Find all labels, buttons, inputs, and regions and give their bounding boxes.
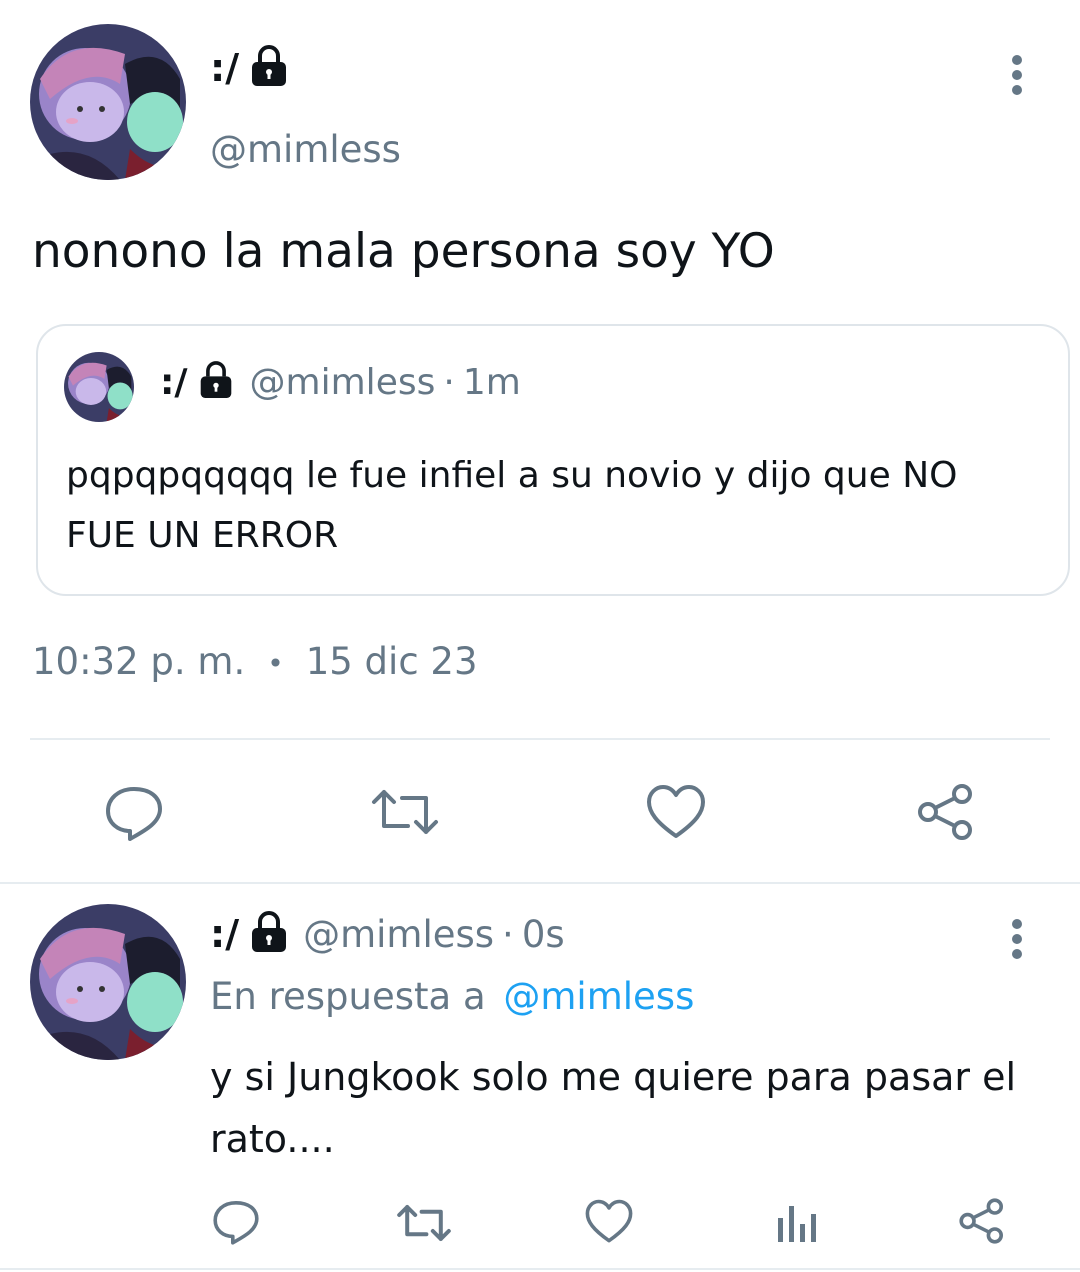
analytics-icon[interactable] <box>776 1202 818 1244</box>
share-icon[interactable] <box>916 782 976 842</box>
section-divider <box>0 882 1080 884</box>
lock-icon <box>249 44 289 92</box>
quoted-display-name: :/ <box>160 361 188 403</box>
lock-icon <box>198 360 234 404</box>
reply-prefix: En respuesta a <box>210 975 486 1018</box>
reply-header: :/ @mimless · 0s <box>210 906 565 962</box>
quoted-handle: @mimless <box>249 361 436 403</box>
quoted-tweet-card[interactable]: :/ @mimless · 1m pqpqpqqqqq le fue infie… <box>36 324 1070 596</box>
handle[interactable]: @mimless <box>210 128 401 171</box>
bottom-divider <box>0 1268 1080 1270</box>
more-options-icon[interactable] <box>1003 54 1031 96</box>
display-name[interactable]: :/ <box>210 912 239 956</box>
reply-text: y si Jungkook solo me quiere para pasar … <box>210 1046 1016 1170</box>
reply-time: 0s <box>521 912 565 956</box>
replying-to: En respuesta a @mimless <box>210 975 694 1018</box>
divider <box>30 738 1050 740</box>
timestamp-row: 10:32 p. m. • 15 dic 23 <box>32 640 478 688</box>
avatar[interactable] <box>30 24 186 180</box>
more-options-icon[interactable] <box>1003 918 1031 960</box>
tweet-text: nonono la mala persona soy YO <box>32 224 775 279</box>
like-icon[interactable] <box>585 1199 633 1244</box>
quoted-avatar <box>64 352 134 422</box>
like-icon[interactable] <box>646 784 706 840</box>
display-name[interactable]: :/ <box>210 46 239 90</box>
quoted-time: 1m <box>462 361 521 403</box>
retweet-icon[interactable] <box>370 786 440 838</box>
avatar-illustration <box>30 904 186 1060</box>
share-icon[interactable] <box>958 1197 1006 1245</box>
avatar[interactable] <box>30 904 186 1060</box>
bullet-separator: • <box>267 647 284 680</box>
reply-text-line: y si Jungkook solo me quiere para pasar … <box>210 1055 1017 1099</box>
avatar-illustration <box>30 24 186 180</box>
reply-text-line: rato.... <box>210 1117 335 1161</box>
avatar-illustration <box>64 352 134 422</box>
handle[interactable]: @mimless <box>303 913 494 956</box>
lock-icon <box>249 910 289 958</box>
reply-icon[interactable] <box>104 783 164 843</box>
display-name-row: :/ <box>210 40 289 96</box>
tweet-time: 10:32 p. m. <box>32 640 246 683</box>
dot-separator: · <box>502 912 514 956</box>
retweet-icon[interactable] <box>396 1202 452 1244</box>
quoted-text: pqpqpqqqqq le fue infiel a su novio y di… <box>66 446 957 566</box>
reply-to-link[interactable]: @mimless <box>503 975 694 1018</box>
quoted-text-line: FUE UN ERROR <box>66 515 339 556</box>
quoted-header: :/ @mimless · 1m <box>160 358 521 406</box>
reply-icon[interactable] <box>212 1198 260 1246</box>
quoted-text-line: pqpqpqqqqq le fue infiel a su novio y di… <box>66 455 958 496</box>
tweet-date: 15 dic 23 <box>305 640 478 683</box>
dot-separator: · <box>443 361 455 403</box>
